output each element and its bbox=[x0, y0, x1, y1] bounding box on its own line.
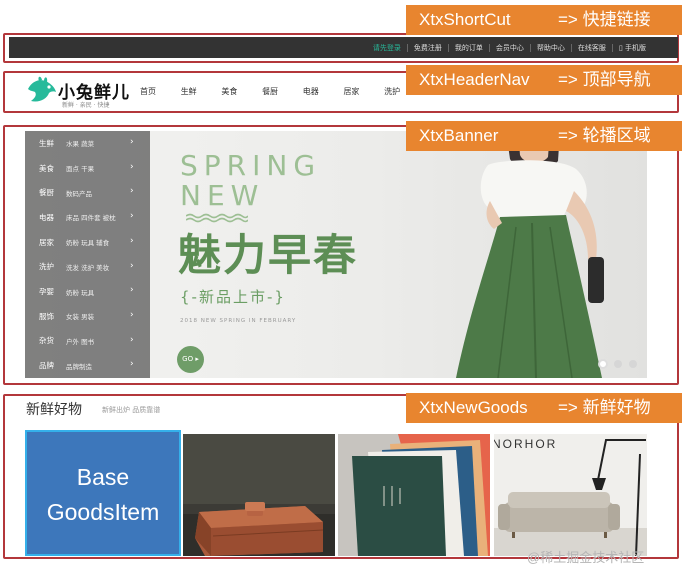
base-goods-item[interactable]: Base GoodsItem bbox=[25, 430, 181, 556]
category-main: 洗护 bbox=[39, 262, 54, 272]
category-sub: 女装 男装 bbox=[66, 313, 95, 322]
category-item[interactable]: 品牌 品牌制造 › bbox=[25, 353, 150, 378]
annotation-arrow: => 快捷链接 bbox=[558, 10, 651, 29]
nav-item-appliance[interactable]: 电器 bbox=[303, 86, 344, 97]
login-link[interactable]: 请先登录 bbox=[367, 44, 407, 52]
category-main: 杂货 bbox=[39, 336, 54, 346]
slide-english-line: 2018 NEW SPRING IN FEBRUARY bbox=[180, 318, 297, 324]
mobile-version-link[interactable]: ▯ 手机版 bbox=[611, 43, 652, 52]
category-item[interactable]: 电器 床品 四件套 被枕 › bbox=[25, 205, 150, 230]
category-sub: 数码产品 bbox=[66, 189, 92, 198]
annotation-arrow: => 新鲜好物 bbox=[558, 398, 651, 417]
chevron-right-icon: › bbox=[130, 309, 134, 320]
chevron-right-icon: › bbox=[130, 186, 134, 197]
carousel-dot[interactable] bbox=[629, 360, 637, 368]
category-sub: 奶粉 玩具 bbox=[66, 288, 95, 297]
category-main: 餐厨 bbox=[39, 188, 54, 198]
carousel-dot[interactable] bbox=[614, 360, 622, 368]
category-sidebar: 生鲜 水果 蔬菜 › 美食 面点 干果 › 餐厨 数码产品 › 电器 床品 四件… bbox=[25, 131, 150, 378]
wavy-line-icon bbox=[186, 213, 248, 223]
main-nav: 首页 生鲜 美食 餐厨 电器 居家 洗护 bbox=[140, 86, 425, 97]
chevron-right-icon: › bbox=[130, 161, 134, 172]
category-sub: 洗发 洗护 美妆 bbox=[66, 263, 110, 272]
annotation-name: XtxShortCut bbox=[419, 10, 511, 29]
category-sub: 奶粉 玩具 辅食 bbox=[66, 239, 110, 248]
new-goods-subtitle: 新鲜出炉 品质靠谱 bbox=[102, 406, 161, 414]
new-goods-title: 新鲜好物 bbox=[26, 402, 82, 418]
slide-subline: {-新品上市-} bbox=[180, 288, 286, 306]
category-item[interactable]: 居家 奶粉 玩具 辅食 › bbox=[25, 230, 150, 255]
category-sub: 品牌制造 bbox=[66, 362, 92, 371]
annotation-tag-new-goods: XtxNewGoods => 新鲜好物 bbox=[406, 393, 682, 423]
annotation-name: XtxBanner bbox=[419, 126, 499, 145]
shortcut-links: 请先登录 免费注册 我的订单 会员中心 帮助中心 在线客服 ▯ 手机版 bbox=[367, 37, 652, 58]
category-main: 生鲜 bbox=[39, 138, 54, 148]
chevron-right-icon: › bbox=[130, 137, 134, 147]
category-sub: 床品 四件套 被枕 bbox=[66, 214, 116, 223]
online-service-link[interactable]: 在线客服 bbox=[570, 43, 612, 52]
watermark: @稀土掘金技术社区 bbox=[527, 550, 645, 565]
slide-headline: 魅力早春 bbox=[178, 231, 358, 281]
chevron-right-icon: › bbox=[130, 334, 134, 345]
category-item[interactable]: 服饰 女装 男装 › bbox=[25, 304, 150, 329]
category-item[interactable]: 洗护 洗发 洗护 美妆 › bbox=[25, 255, 150, 280]
go-label: GO bbox=[182, 355, 194, 363]
slide-line2: NEW bbox=[180, 179, 265, 212]
annotation-tag-banner: XtxBanner => 轮播区域 bbox=[406, 121, 682, 151]
nav-item-home-living[interactable]: 居家 bbox=[343, 86, 384, 97]
annotation-name: XtxHeaderNav bbox=[419, 70, 530, 89]
chevron-right-icon: › bbox=[130, 285, 134, 296]
register-link[interactable]: 免费注册 bbox=[406, 43, 448, 52]
category-item[interactable]: 生鲜 水果 蔬菜 › bbox=[25, 131, 150, 156]
category-main: 美食 bbox=[39, 163, 54, 173]
category-main: 服饰 bbox=[39, 311, 54, 321]
category-sub: 水果 蔬菜 bbox=[66, 140, 95, 149]
help-center-link[interactable]: 帮助中心 bbox=[529, 43, 571, 52]
chevron-right-icon: › bbox=[130, 211, 134, 222]
category-sub: 面点 干果 bbox=[66, 165, 95, 174]
book-cover-text: NORHOR bbox=[494, 437, 557, 451]
nav-item-food[interactable]: 美食 bbox=[221, 86, 262, 97]
model-figure-image bbox=[456, 131, 604, 378]
chevron-right-icon: › bbox=[130, 260, 134, 271]
nav-item-fresh[interactable]: 生鲜 bbox=[181, 86, 222, 97]
category-main: 品牌 bbox=[39, 361, 54, 371]
chevron-right-icon: › bbox=[130, 359, 134, 370]
category-main: 孕婴 bbox=[39, 287, 54, 297]
chevron-right-icon: › bbox=[130, 235, 134, 246]
orders-link[interactable]: 我的订单 bbox=[447, 43, 489, 52]
annotation-arrow: => 轮播区域 bbox=[558, 126, 651, 145]
site-logo[interactable]: 小兔鲜儿 新鲜 · 亲民 · 快捷 bbox=[25, 75, 129, 111]
category-main: 居家 bbox=[39, 237, 54, 247]
category-main: 电器 bbox=[39, 212, 54, 222]
category-item[interactable]: 美食 面点 干果 › bbox=[25, 156, 150, 181]
base-goods-item-label: Base GoodsItem bbox=[46, 464, 160, 525]
annotation-arrow: => 顶部导航 bbox=[558, 70, 651, 89]
shortcut-bar: 请先登录 免费注册 我的订单 会员中心 帮助中心 在线客服 ▯ 手机版 bbox=[9, 37, 678, 58]
member-center-link[interactable]: 会员中心 bbox=[488, 43, 530, 52]
nav-item-kitchen[interactable]: 餐厨 bbox=[262, 86, 303, 97]
nav-item-home[interactable]: 首页 bbox=[140, 86, 181, 97]
category-item[interactable]: 杂货 户外 图书 › bbox=[25, 329, 150, 354]
rabbit-logo-icon bbox=[28, 76, 56, 102]
category-item[interactable]: 孕婴 奶粉 玩具 › bbox=[25, 279, 150, 304]
category-item[interactable]: 餐厨 数码产品 › bbox=[25, 180, 150, 205]
goods-image-sofa[interactable]: NORHOR bbox=[494, 434, 647, 556]
annotation-name: XtxNewGoods bbox=[419, 398, 528, 417]
goods-image-wooden-box[interactable] bbox=[183, 434, 335, 556]
carousel-dot-active[interactable] bbox=[598, 359, 608, 369]
category-sub: 户外 图书 bbox=[66, 337, 95, 346]
goods-image-notebooks[interactable] bbox=[338, 434, 490, 556]
logo-slogan: 新鲜 · 亲民 · 快捷 bbox=[62, 102, 110, 109]
annotation-tag-shortcut: XtxShortCut => 快捷链接 bbox=[406, 5, 682, 35]
slide-line1: SPRING bbox=[180, 149, 322, 182]
annotation-tag-header-nav: XtxHeaderNav => 顶部导航 bbox=[406, 65, 682, 95]
go-button[interactable]: GO ▸ bbox=[177, 346, 204, 373]
